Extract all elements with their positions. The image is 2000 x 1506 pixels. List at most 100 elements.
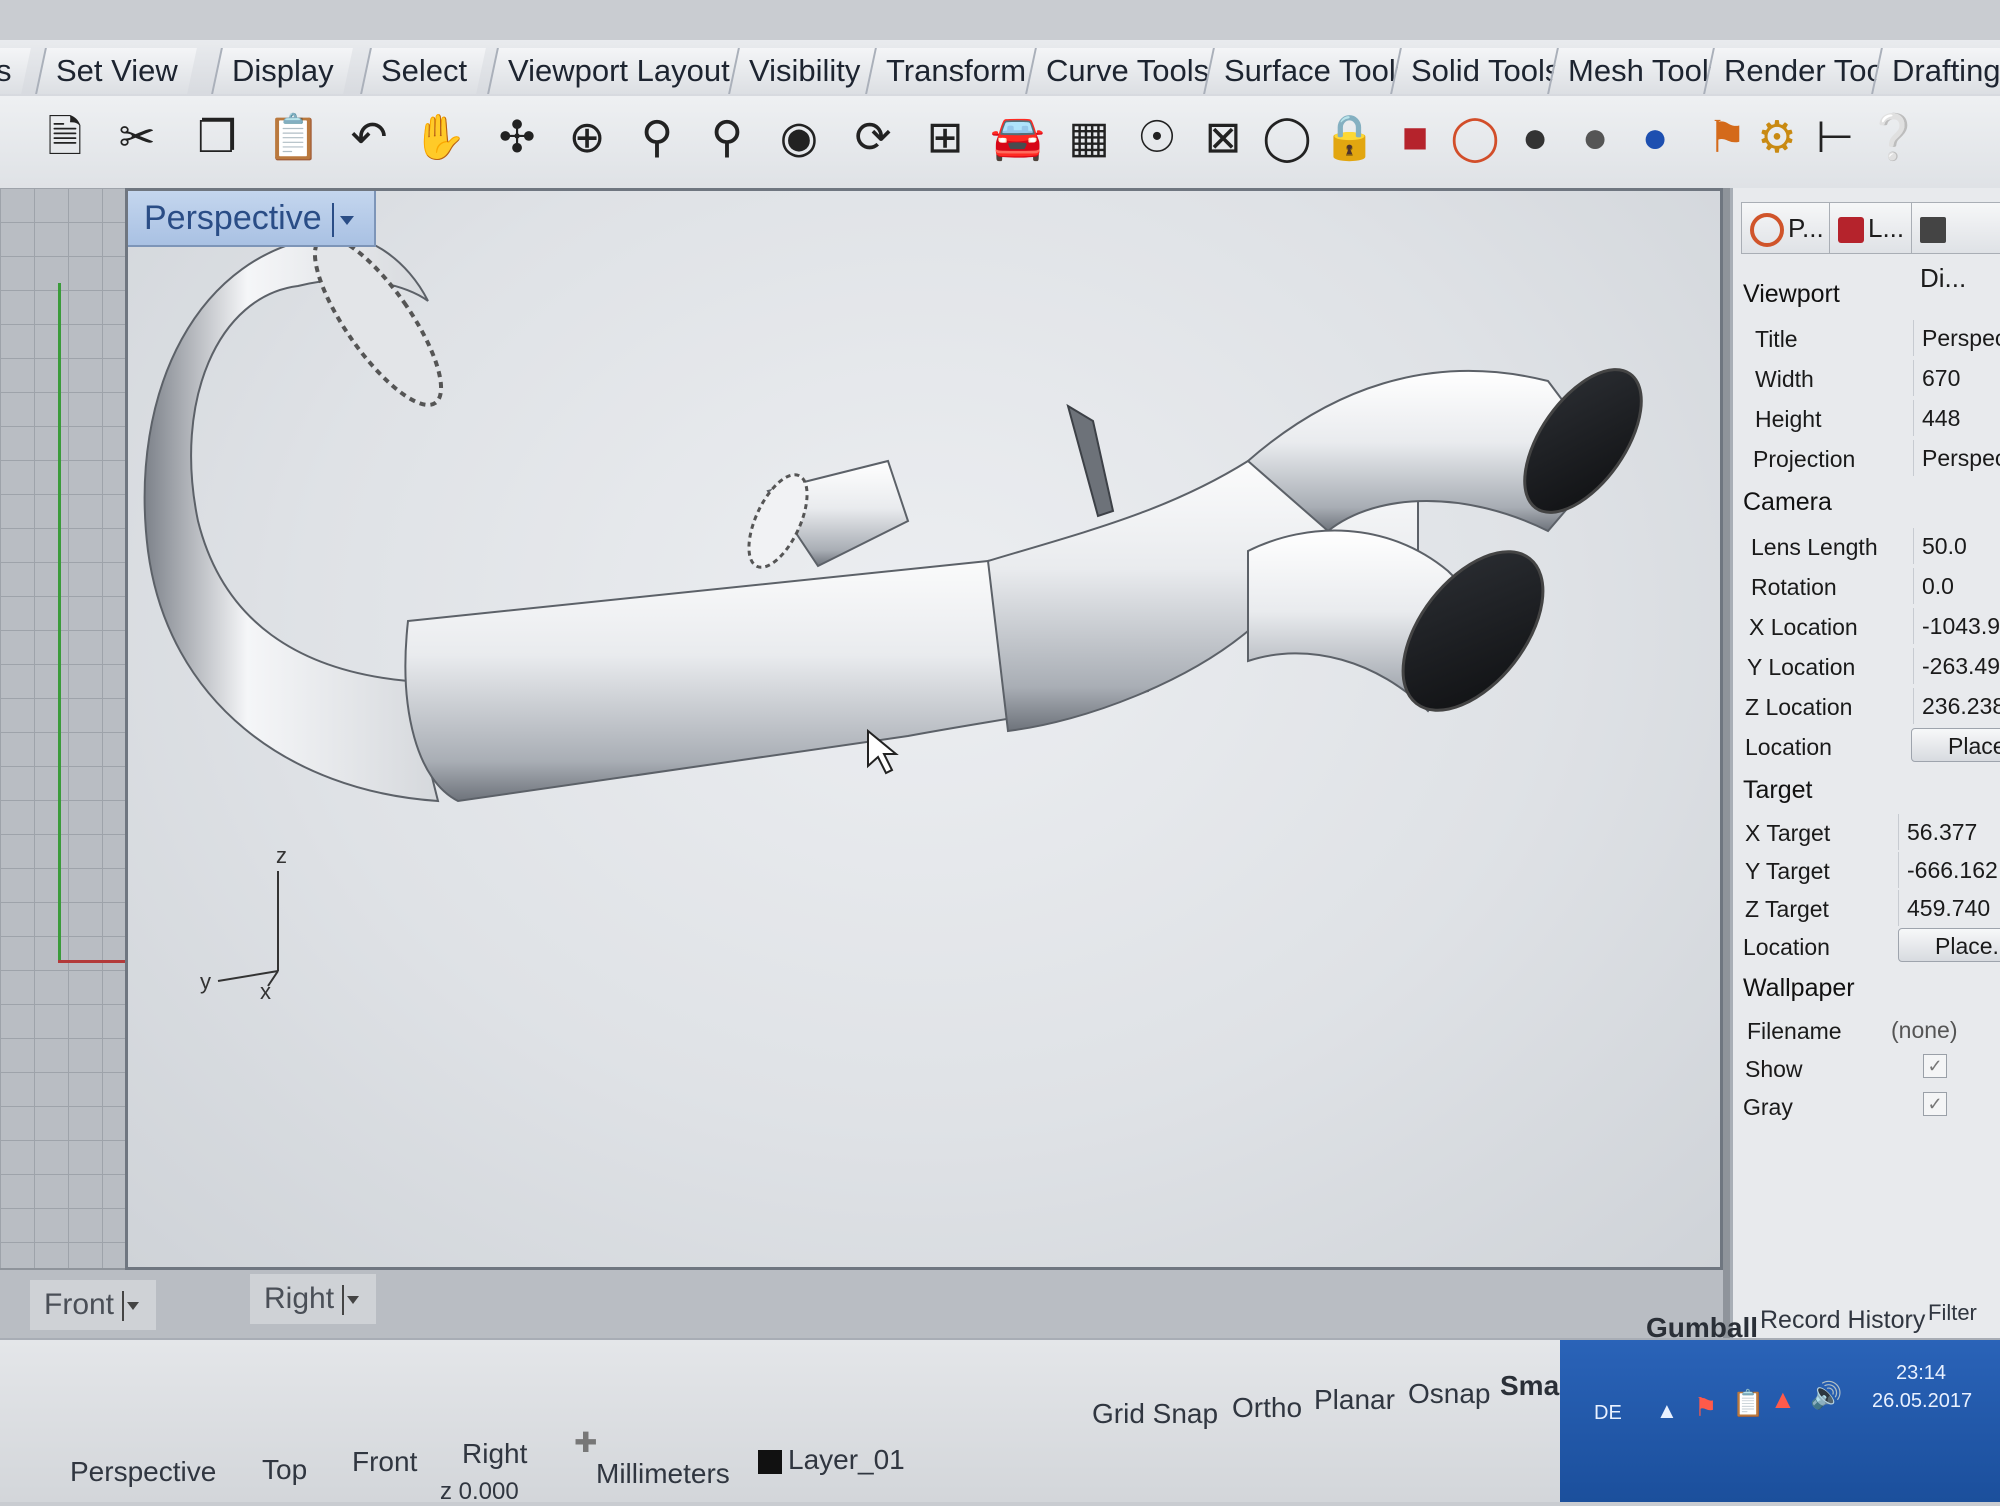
- tab-set-view[interactable]: Set View: [35, 48, 197, 94]
- four-viewports-icon[interactable]: ⊞: [918, 108, 972, 168]
- tab-viewport-top[interactable]: Top: [262, 1454, 307, 1486]
- color-wheel-icon[interactable]: ◯: [1448, 108, 1502, 168]
- prop-value-projection[interactable]: Perspective: [1913, 440, 2000, 476]
- prop-value-rotation[interactable]: 0.0: [1913, 568, 2000, 604]
- tab-drafting[interactable]: Drafting: [1871, 48, 2000, 94]
- toggle-gumball[interactable]: Gumball: [1646, 1312, 1758, 1344]
- prop-label: Y Target: [1745, 858, 1830, 884]
- prop-row-show: Show ✓: [1733, 1050, 2000, 1088]
- units-display[interactable]: Millimeters: [596, 1458, 730, 1490]
- copy-icon[interactable]: ❐: [190, 108, 244, 168]
- add-viewport-icon[interactable]: ✚: [574, 1426, 597, 1459]
- exhaust-pipe-model[interactable]: z y x: [128, 191, 1720, 1267]
- zoom-window-icon[interactable]: ⚲: [630, 108, 684, 168]
- zoom-extents-icon[interactable]: ⚲: [700, 108, 754, 168]
- lock-icon[interactable]: 🔒: [1322, 108, 1377, 168]
- prop-value-y-location[interactable]: -263.497: [1913, 648, 2000, 684]
- flag-icon[interactable]: ⚑: [1700, 108, 1754, 168]
- tab-viewport-right[interactable]: Right: [462, 1438, 527, 1470]
- tab-visibility[interactable]: Visibility: [728, 48, 880, 94]
- pan-hand-icon[interactable]: ✋: [412, 108, 467, 168]
- light-bulb-icon[interactable]: ◯: [1260, 108, 1314, 168]
- settings-gear-icon[interactable]: ⚙: [1750, 108, 1804, 168]
- prop-value-height[interactable]: 448: [1913, 400, 2000, 436]
- toggle-osnap[interactable]: Osnap: [1408, 1378, 1491, 1410]
- tab-viewport-perspective[interactable]: Perspective: [70, 1456, 216, 1488]
- prop-label: Location: [1743, 934, 1830, 960]
- prop-value-title[interactable]: Perspective: [1913, 320, 2000, 356]
- perspective-viewport[interactable]: z y x Perspective: [125, 188, 1723, 1270]
- new-file-icon[interactable]: 🗎: [38, 108, 92, 168]
- chevron-down-icon[interactable]: [331, 203, 358, 238]
- current-layer[interactable]: Layer_01: [758, 1444, 905, 1476]
- dimension-icon[interactable]: ⊢: [1808, 108, 1862, 168]
- tab-layers[interactable]: L...: [1829, 202, 1914, 254]
- toggle-ortho[interactable]: Ortho: [1232, 1392, 1302, 1424]
- clipboard-icon[interactable]: 📋: [1732, 1388, 1764, 1419]
- network-icon[interactable]: ▲: [1770, 1384, 1796, 1415]
- prop-value-z-target[interactable]: 459.740: [1898, 890, 2000, 926]
- chevron-down-icon[interactable]: [122, 1291, 142, 1322]
- prop-value-lens-length[interactable]: 50.0: [1913, 528, 2000, 564]
- clock-time[interactable]: 23:14: [1896, 1362, 1946, 1385]
- prop-value-width[interactable]: 670: [1913, 360, 2000, 396]
- tab-select[interactable]: Select: [360, 48, 487, 94]
- tab-display[interactable]: Di...: [1911, 202, 2000, 293]
- car-icon[interactable]: 🚘: [990, 108, 1045, 168]
- viewport-title-right[interactable]: Right: [250, 1274, 377, 1324]
- rotate-camera-icon[interactable]: ⟳: [846, 108, 900, 168]
- blue-sphere-icon[interactable]: ●: [1628, 108, 1682, 168]
- chevron-down-icon[interactable]: [342, 1285, 362, 1316]
- paste-icon[interactable]: 📋: [266, 108, 321, 168]
- rotate-view-icon[interactable]: ✣: [490, 108, 544, 168]
- x-axis-line: [58, 960, 128, 963]
- help-icon[interactable]: ❔: [1866, 108, 1921, 168]
- viewport-title-perspective[interactable]: Perspective: [128, 191, 376, 247]
- prop-value-x-location[interactable]: -1043.915: [1913, 608, 2000, 644]
- rendered-sphere-icon[interactable]: ●: [1568, 108, 1622, 168]
- tab-display[interactable]: Display: [211, 48, 353, 94]
- viewport-title-front[interactable]: Front: [30, 1280, 157, 1330]
- axis-label-z: z: [276, 843, 287, 868]
- camera-place-button[interactable]: Place...: [1911, 728, 2000, 762]
- cplane-icon[interactable]: ⊠: [1196, 108, 1250, 168]
- prop-row-title: Title Perspective: [1733, 320, 2000, 358]
- prop-row-width: Width 670: [1733, 360, 2000, 398]
- toggle-filter[interactable]: Filter: [1928, 1300, 1977, 1326]
- toggle-record-history[interactable]: Record History: [1760, 1306, 1925, 1335]
- layer-icon[interactable]: ■: [1388, 108, 1442, 168]
- tab-properties[interactable]: P...: [1741, 202, 1833, 254]
- action-center-flag-icon[interactable]: ⚑: [1694, 1392, 1717, 1423]
- circle-snap-icon[interactable]: ☉: [1130, 108, 1184, 168]
- prop-label: Width: [1755, 366, 1814, 392]
- target-place-button[interactable]: Place...: [1898, 928, 2000, 962]
- top-viewport-partial[interactable]: [0, 188, 128, 1268]
- tray-chevron-up-icon[interactable]: ▲: [1656, 1398, 1678, 1424]
- shaded-sphere-icon[interactable]: ●: [1508, 108, 1562, 168]
- clock-date[interactable]: 26.05.2017: [1872, 1390, 1972, 1413]
- prop-value-filename[interactable]: (none): [1883, 1012, 2000, 1048]
- tab-tools-partial[interactable]: s: [0, 48, 31, 94]
- toggle-grid-snap[interactable]: Grid Snap: [1092, 1398, 1218, 1430]
- prop-row-z-target: Z Target 459.740: [1733, 890, 2000, 928]
- gray-checkbox[interactable]: ✓: [1923, 1092, 1947, 1116]
- grid-plane-icon[interactable]: ▦: [1062, 108, 1116, 168]
- tab-curve-tools[interactable]: Curve Tools: [1025, 48, 1229, 94]
- prop-value-x-target[interactable]: 56.377: [1898, 814, 2000, 850]
- tab-viewport-front[interactable]: Front: [352, 1446, 417, 1478]
- zoom-selected-icon[interactable]: ◉: [772, 108, 826, 168]
- tab-viewport-layout[interactable]: Viewport Layout: [487, 48, 749, 94]
- zoom-in-icon[interactable]: ⊕: [560, 108, 614, 168]
- main-toolbar: 🗎 ✂ ❐ 📋 ↶ ✋ ✣ ⊕ ⚲ ⚲ ◉ ⟳ ⊞ 🚘 ▦ ☉ ⊠ ◯ 🔒 ■ …: [0, 96, 2000, 190]
- prop-row-camera-location: Location Place...: [1733, 728, 2000, 766]
- section-wallpaper: Wallpaper: [1743, 974, 1855, 1002]
- language-indicator[interactable]: DE: [1594, 1402, 1622, 1425]
- undo-icon[interactable]: ↶: [342, 108, 396, 168]
- cut-icon[interactable]: ✂: [110, 108, 164, 168]
- prop-value-z-location[interactable]: 236.238: [1913, 688, 2000, 724]
- show-checkbox[interactable]: ✓: [1923, 1054, 1947, 1078]
- volume-icon[interactable]: 🔊: [1810, 1380, 1842, 1411]
- prop-value-y-target[interactable]: -666.162: [1898, 852, 2000, 888]
- tab-transform[interactable]: Transform: [865, 48, 1045, 94]
- toggle-planar[interactable]: Planar: [1314, 1384, 1395, 1416]
